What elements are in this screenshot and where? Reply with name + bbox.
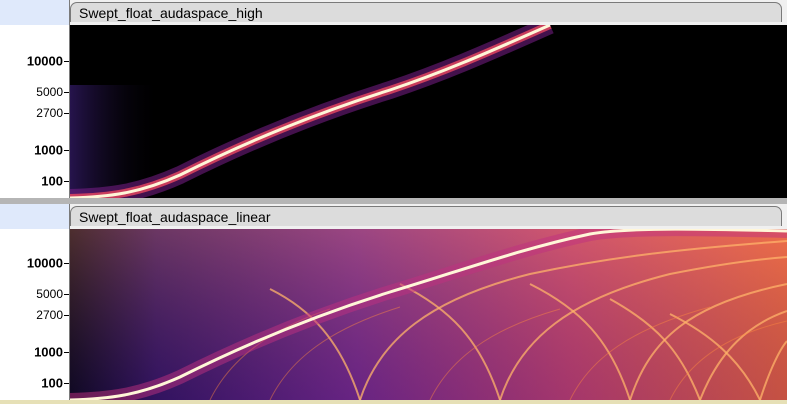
track-high[interactable]: 10000 5000 2700 1000 100 Swept_float_aud… (0, 0, 787, 198)
spectrogram-high-graphic (70, 25, 787, 198)
freq-label-1000: 1000 (34, 344, 63, 360)
spectrogram-linear-graphic (70, 229, 787, 400)
frequency-ruler[interactable]: 10000 5000 2700 1000 100 (0, 0, 70, 198)
tick-mark (64, 92, 69, 93)
spectrogram-view[interactable] (70, 25, 787, 198)
tick-mark (64, 263, 69, 264)
freq-label-100: 100 (41, 173, 63, 189)
track-title: Swept_float_audaspace_linear (79, 209, 271, 225)
frequency-ruler[interactable]: 10000 5000 2700 1000 100 (0, 204, 70, 400)
tick-mark (64, 294, 69, 295)
freq-label-2700: 2700 (36, 308, 63, 322)
tick-mark (64, 315, 69, 316)
tick-mark (64, 383, 69, 384)
freq-label-1000: 1000 (34, 142, 63, 158)
tick-mark (64, 150, 69, 151)
tick-mark (64, 61, 69, 62)
freq-label-5000: 5000 (36, 287, 63, 301)
spectrogram-view[interactable] (70, 229, 787, 400)
freq-label-2700: 2700 (36, 106, 63, 120)
track-title-tab[interactable]: Swept_float_audaspace_high (70, 2, 782, 22)
tick-mark (64, 181, 69, 182)
freq-label-10000: 10000 (26, 255, 63, 271)
tick-mark (64, 352, 69, 353)
freq-label-5000: 5000 (36, 85, 63, 99)
tick-mark (64, 113, 69, 114)
track-title-tab[interactable]: Swept_float_audaspace_linear (70, 206, 782, 226)
track-linear[interactable]: 10000 5000 2700 1000 100 Swept_float_aud… (0, 204, 787, 400)
ruler-header (0, 0, 69, 25)
track-title: Swept_float_audaspace_high (79, 5, 263, 21)
status-strip (0, 400, 787, 404)
ruler-header (0, 204, 69, 229)
freq-label-10000: 10000 (26, 53, 63, 69)
freq-label-100: 100 (41, 375, 63, 391)
